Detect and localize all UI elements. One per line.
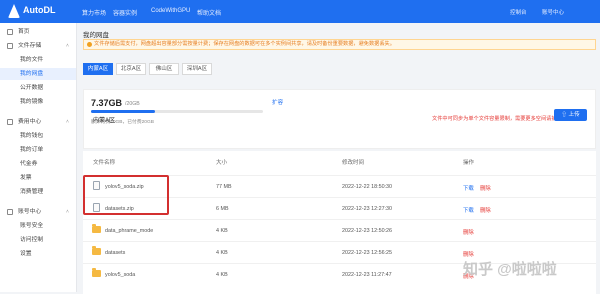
file-time: 2022-12-23 12:27:30 <box>342 206 393 212</box>
sidebar-item-public-data[interactable]: 公开数据 <box>0 82 76 94</box>
sidebar-item-invoice[interactable]: 发票 <box>0 172 76 184</box>
delete-button[interactable]: 删除 <box>463 228 474 236</box>
sidebar-group-storage[interactable]: 文件存储 ˄ <box>0 40 76 52</box>
delete-button[interactable]: 删除 <box>480 184 491 192</box>
storage-usage-bar <box>91 110 263 113</box>
sidebar-item-home[interactable]: 首页 <box>0 26 76 38</box>
sidebar-group-billing[interactable]: 费用中心 ˄ <box>0 116 76 128</box>
nav-console[interactable]: 控制台 <box>510 8 527 16</box>
billing-icon <box>7 119 13 125</box>
sidebar-item-vouchers[interactable]: 代金券 <box>0 158 76 170</box>
storage-icon <box>7 43 13 49</box>
column-header-time: 修改时间 <box>342 160 365 166</box>
column-header-name: 文件名称 <box>93 160 116 166</box>
chevron-up-icon: ˄ <box>66 119 69 125</box>
region-title: 内蒙A区 <box>93 118 116 124</box>
logo-icon <box>8 4 20 18</box>
nav-help-docs[interactable]: 帮助文档 <box>197 8 221 17</box>
file-time: 2022-12-23 11:27:47 <box>342 272 392 278</box>
storage-usage-fill <box>91 110 155 113</box>
tab-neimeng-a[interactable]: 内蒙A区 <box>83 63 113 75</box>
user-icon <box>7 209 13 215</box>
warning-icon <box>87 42 92 47</box>
column-header-actions: 操作 <box>463 160 475 166</box>
sidebar-item-my-netdisk[interactable]: 我的网盘 <box>0 68 76 80</box>
storage-total: /20GB <box>125 101 140 107</box>
tab-shenzhen-a[interactable]: 深圳A区 <box>182 63 212 75</box>
region-note: 文件中可同步为单个文件容量限制，需要更多空间请扩容 <box>432 116 562 122</box>
delete-button[interactable]: 删除 <box>480 206 491 214</box>
upload-button[interactable]: ⇧ 上传 <box>554 109 587 121</box>
file-size: 77 MB <box>216 184 232 190</box>
notice-text: 文件存储后需支付，网盘超出容量部分需按量计费；保存在网盘的数据可在多个实例间共享… <box>94 41 395 47</box>
sidebar-item-consumption[interactable]: 消费管理 <box>0 186 76 198</box>
download-button[interactable]: 下载 <box>463 184 474 192</box>
top-bar: AutoDL 算力市场 容器实例 CodeWithGPU 帮助文档 控制台 账号… <box>0 0 600 23</box>
file-time: 2022-12-22 18:50:30 <box>342 184 393 190</box>
sidebar-item-access[interactable]: 访问控制 <box>0 234 76 246</box>
file-size: 4 KB <box>216 228 228 234</box>
file-name[interactable]: data_phrame_mode <box>105 228 153 234</box>
expand-link[interactable]: 扩容 <box>272 98 283 106</box>
sidebar-item-orders[interactable]: 我的订单 <box>0 144 76 156</box>
table-row[interactable]: data_phrame_mode 4 KB 2022-12-23 12:50:2… <box>83 219 596 241</box>
tab-foshan[interactable]: 佛山区 <box>149 63 179 75</box>
chevron-up-icon: ˄ <box>66 43 69 49</box>
home-icon <box>7 29 13 35</box>
brand-name[interactable]: AutoDL <box>23 5 56 15</box>
sidebar-group-account[interactable]: 账号中心 ˄ <box>0 206 76 218</box>
page-title: 我的网盘 <box>83 32 109 39</box>
sidebar-item-security[interactable]: 账号安全 <box>0 220 76 232</box>
delete-button[interactable]: 删除 <box>463 250 474 258</box>
tab-beijing-a[interactable]: 北京A区 <box>116 63 146 75</box>
chevron-up-icon: ˄ <box>66 209 69 215</box>
sidebar-item-wallet[interactable]: 我的钱包 <box>0 130 76 142</box>
file-name[interactable]: yolov5_soda <box>105 272 135 278</box>
notice-banner: 文件存储后需支付，网盘超出容量部分需按量计费；保存在网盘的数据可在多个实例间共享… <box>83 39 596 50</box>
folder-icon <box>92 268 101 277</box>
highlight-box <box>83 175 169 215</box>
file-size: 6 MB <box>216 206 229 212</box>
file-time: 2022-12-23 12:56:25 <box>342 250 393 256</box>
file-size: 4 KB <box>216 250 228 256</box>
folder-icon <box>92 246 101 255</box>
sidebar: 首页 文件存储 ˄ 我的文件 我的网盘 公开数据 我的镜像 费用中心 ˄ 我的钱包 … <box>0 23 77 292</box>
file-size: 4 KB <box>216 272 228 278</box>
watermark: 知乎 @啦啦啦 <box>463 261 557 278</box>
sidebar-item-my-images[interactable]: 我的镜像 <box>0 96 76 108</box>
sidebar-item-settings[interactable]: 设置 <box>0 248 76 260</box>
column-header-size: 大小 <box>216 160 228 166</box>
nav-compute-market[interactable]: 算力市场 <box>82 8 106 17</box>
folder-icon <box>92 224 101 233</box>
storage-used: 7.37GB <box>91 98 123 108</box>
download-button[interactable]: 下载 <box>463 206 474 214</box>
file-name[interactable]: datasets <box>105 250 125 256</box>
file-time: 2022-12-23 12:50:26 <box>342 228 393 234</box>
nav-codewithgpu[interactable]: CodeWithGPU <box>151 8 190 14</box>
nav-instances[interactable]: 容器实例 <box>113 8 137 17</box>
sidebar-item-my-files[interactable]: 我的文件 <box>0 54 76 66</box>
nav-account[interactable]: 账号中心 <box>542 8 564 16</box>
